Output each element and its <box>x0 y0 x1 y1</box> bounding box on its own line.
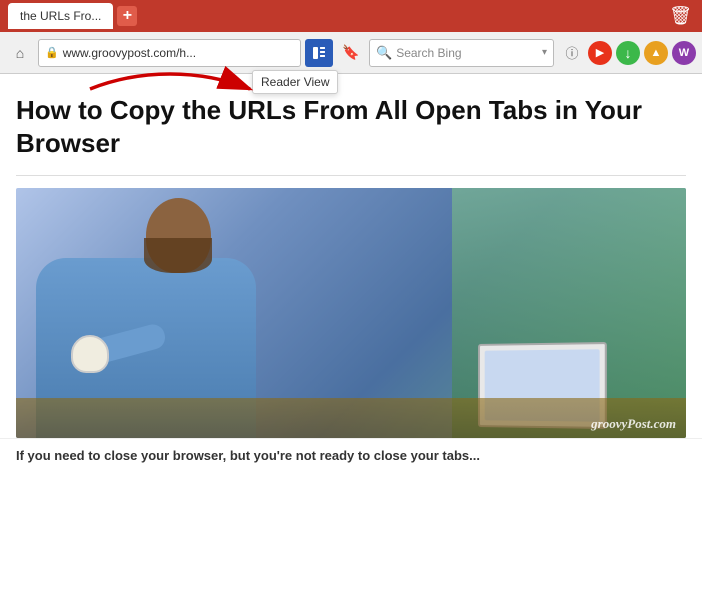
search-magnifier-icon: 🔍 <box>376 45 392 61</box>
close-window-button[interactable]: 🗑 <box>669 6 692 27</box>
home-button[interactable]: ⌂ <box>6 39 34 67</box>
onedrive-button[interactable]: W <box>672 41 696 65</box>
info-button[interactable]: ⓘ <box>560 41 584 65</box>
article-content: How to Copy the URLs From All Open Tabs … <box>0 74 702 438</box>
home-icon: ⌂ <box>16 45 24 61</box>
new-tab-button[interactable]: + <box>117 6 137 26</box>
browser-tab[interactable]: the URLs Fro... <box>8 3 113 29</box>
tab-label: the URLs Fro... <box>20 9 101 23</box>
search-dropdown-icon[interactable]: ▾ <box>542 47 547 58</box>
search-bar[interactable]: 🔍 Search Bing ▾ <box>369 39 554 67</box>
toolbar-icons: ⓘ ▶ ↓ ▲ W <box>560 41 696 65</box>
reader-view-tooltip: Reader View <box>252 70 338 94</box>
url-text: www.groovypost.com/h... <box>63 46 196 60</box>
reader-view-icon <box>311 45 327 61</box>
table-surface <box>16 398 686 438</box>
article-footer: If you need to close your browser, but y… <box>0 438 702 473</box>
bookmark-icon: 🔖 <box>342 44 359 61</box>
title-bar: the URLs Fro... + 🗑 <box>0 0 702 32</box>
download-button[interactable]: ↓ <box>616 41 640 65</box>
article-title: How to Copy the URLs From All Open Tabs … <box>16 94 686 159</box>
article-footer-text: If you need to close your browser, but y… <box>16 448 480 463</box>
lock-icon: 🔒 <box>45 46 59 59</box>
trash-icon: 🗑 <box>669 6 692 26</box>
drive-button[interactable]: ▲ <box>644 41 668 65</box>
url-bar[interactable]: 🔒 www.groovypost.com/h... <box>38 39 301 67</box>
bookmark-button[interactable]: 🔖 <box>337 39 365 67</box>
watermark: groovyPost.com <box>591 416 676 432</box>
search-placeholder: Search Bing <box>396 46 538 60</box>
divider <box>16 175 686 176</box>
play-button[interactable]: ▶ <box>588 41 612 65</box>
article-image: groovyPost.com <box>16 188 686 438</box>
address-bar: ⌂ 🔒 www.groovypost.com/h... 🔖 🔍 Search B… <box>0 32 702 74</box>
reader-view-button[interactable] <box>305 39 333 67</box>
